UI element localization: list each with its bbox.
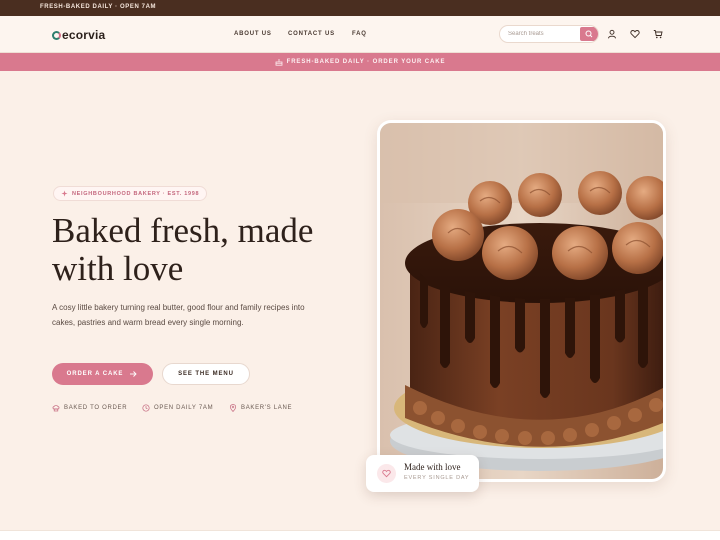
search-input[interactable] — [500, 26, 580, 42]
logo[interactable]: ecorvia — [52, 27, 105, 43]
sparkle-icon — [61, 190, 68, 197]
promo-banner[interactable]: FRESH-BAKED DAILY · ORDER YOUR CAKE — [0, 53, 720, 71]
hero-description: A cosy little bakery turning real butter… — [52, 303, 305, 327]
cake-icon — [275, 59, 283, 66]
nav-faq[interactable]: FAQ — [352, 31, 367, 37]
cake-photo — [380, 123, 663, 479]
feature-text: OPEN DAILY 7AM — [154, 405, 214, 411]
feature-text: BAKER'S LANE — [241, 405, 293, 411]
heart-icon[interactable] — [630, 29, 640, 39]
hero-image-frame — [377, 120, 666, 482]
announcement-bar: FRESH-BAKED DAILY · OPEN 7AM — [0, 0, 720, 16]
map-pin-icon — [229, 404, 237, 412]
hero-title: Baked fresh, made with love — [52, 212, 352, 288]
user-icon[interactable] — [607, 29, 617, 39]
logo-text: ecorvia — [62, 28, 106, 42]
feature-open-daily: OPEN DAILY 7AM — [142, 404, 213, 412]
feature-baked-to-order: BAKED TO ORDER — [52, 404, 127, 412]
card-title: Made with love — [404, 462, 461, 472]
hero-title-line-1: Baked fresh, made — [52, 211, 314, 250]
order-cake-button-label: ORDER A CAKE — [66, 371, 124, 377]
hero-title-line-2: with love — [52, 249, 184, 288]
chef-hat-icon — [52, 405, 60, 412]
search-button[interactable] — [580, 27, 598, 41]
announcement-text: FRESH-BAKED DAILY · OPEN 7AM — [40, 4, 157, 10]
nav-about[interactable]: ABOUT US — [234, 31, 272, 37]
chocolate-cake-image — [380, 123, 663, 479]
next-section-edge — [0, 530, 720, 540]
heart-icon — [382, 469, 391, 478]
promo-text: FRESH-BAKED DAILY · ORDER YOUR CAKE — [286, 59, 446, 65]
see-menu-button[interactable]: SEE THE MENU — [162, 363, 250, 385]
card-heart-badge — [377, 464, 396, 483]
feature-location: BAKER'S LANE — [229, 404, 292, 412]
feature-text: BAKED TO ORDER — [64, 405, 128, 411]
nav-contact[interactable]: CONTACT US — [288, 31, 335, 37]
search-box — [499, 25, 599, 43]
hero-badge: NEIGHBOURHOOD BAKERY · EST. 1998 — [53, 186, 208, 201]
site-header: ecorvia ABOUT US CONTACT US FAQ — [0, 16, 720, 53]
cart-icon[interactable] — [653, 29, 663, 39]
search-icon — [585, 30, 593, 38]
hero-badge-text: NEIGHBOURHOOD BAKERY · EST. 1998 — [72, 190, 200, 197]
order-cake-button[interactable]: ORDER A CAKE — [52, 363, 153, 385]
made-with-love-card: Made with love EVERY SINGLE DAY — [366, 455, 479, 492]
clock-icon — [142, 404, 150, 412]
logo-mark-icon — [52, 30, 61, 40]
arrow-right-icon — [130, 371, 137, 377]
card-subtitle: EVERY SINGLE DAY — [404, 475, 470, 481]
